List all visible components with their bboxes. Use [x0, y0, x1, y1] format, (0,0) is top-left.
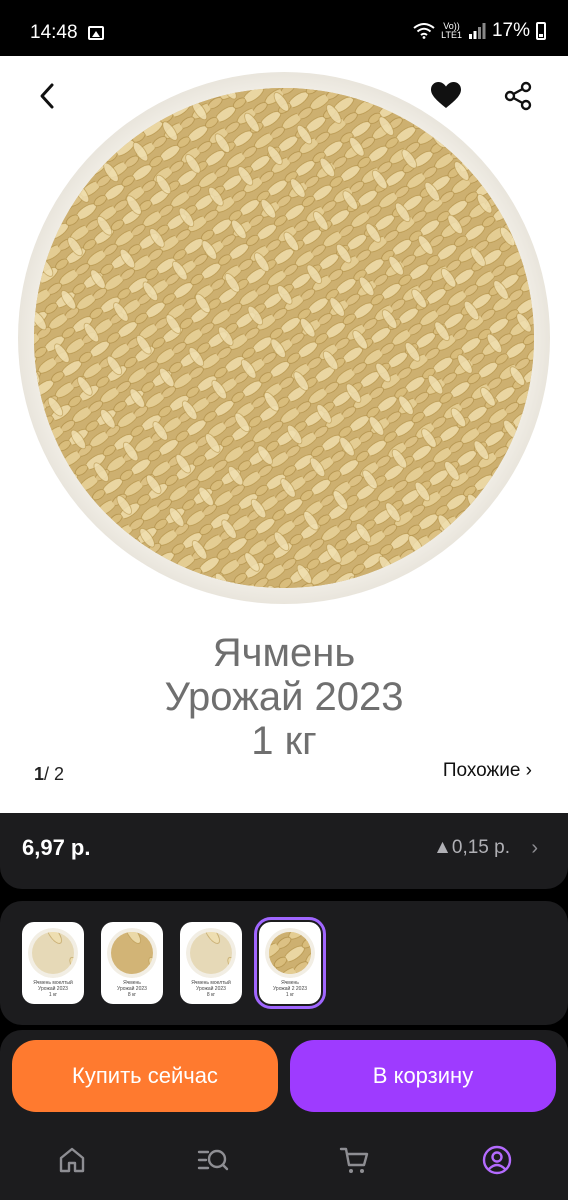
status-bar: 14:48 Vo)) LTE1 17%	[0, 0, 568, 56]
volte-indicator: Vo)) LTE1	[441, 22, 462, 40]
variant-option[interactable]: Ячмень Урожай 2023 8 кг	[101, 922, 163, 1004]
status-time: 14:48	[30, 22, 78, 43]
pager-current: 1	[34, 764, 45, 784]
variant-label: Ячмень моелтый Урожай 2023 1 кг	[24, 980, 82, 998]
price-change: ▲0,15 р.	[433, 837, 510, 858]
variant-label: Ячмень моелтый Урожай 2023 8 кг	[182, 980, 240, 998]
variant-option-selected[interactable]: Ячмень Урожай 2 2023 1 кг	[254, 917, 326, 1009]
variant-thumbnail	[186, 928, 236, 978]
caption-line-1: Ячмень	[212, 631, 356, 675]
variant-thumbnail	[107, 928, 157, 978]
status-indicators: Vo)) LTE1 17%	[413, 20, 546, 42]
caption-line-3: 1 кг	[251, 719, 317, 763]
variant-label-line: 8 кг	[206, 992, 216, 998]
price-value: 6,97 р.	[22, 835, 91, 860]
buy-now-button[interactable]: Купить сейчас	[12, 1040, 278, 1112]
action-bar: Купить сейчас В корзину	[0, 1030, 568, 1126]
variant-option[interactable]: Ячмень моелтый Урожай 2023 1 кг	[22, 922, 84, 1004]
catalog-search-icon[interactable]	[197, 1144, 229, 1176]
bottom-navigation	[0, 1126, 568, 1200]
variant-thumbnail	[28, 928, 78, 978]
product-image	[18, 72, 550, 604]
variant-label-line: 8 кг	[127, 992, 137, 998]
product-image-caption: Ячмень Урожай 2023 1 кг	[0, 631, 568, 763]
caption-line-2: Урожай 2023	[164, 675, 404, 719]
home-icon[interactable]	[56, 1144, 88, 1176]
price-section[interactable]: 6,97 р. ▲0,15 р. ›	[0, 813, 568, 889]
add-to-cart-button[interactable]: В корзину	[290, 1040, 556, 1112]
variant-selector: Ячмень моелтый Урожай 2023 1 кг Ячмень У…	[0, 901, 568, 1025]
cart-icon[interactable]	[339, 1144, 371, 1176]
pager-total: / 2	[44, 764, 65, 784]
volte-bottom: LTE1	[441, 30, 462, 40]
variant-option[interactable]: Ячмень моелтый Урожай 2023 8 кг	[180, 922, 242, 1004]
signal-icon	[468, 23, 486, 39]
battery-icon	[536, 22, 546, 40]
variant-label: Ячмень Урожай 2023 8 кг	[103, 980, 161, 998]
variant-thumbnail	[265, 928, 315, 978]
variant-label: Ячмень Урожай 2 2023 1 кг	[261, 980, 319, 998]
profile-icon[interactable]	[481, 1144, 513, 1176]
chevron-right-icon[interactable]: ›	[531, 837, 538, 860]
variant-label-line: 1 кг	[48, 992, 58, 998]
similar-products-link[interactable]: Похожие ›	[443, 760, 532, 782]
product-gallery[interactable]: Ячмень Урожай 2023 1 кг 1/ 2 Похожие ›	[0, 56, 568, 813]
wifi-icon	[413, 23, 435, 39]
battery-percent: 17%	[491, 20, 530, 41]
variant-label-line: 1 кг	[285, 992, 295, 998]
image-pager: 1/ 2	[34, 764, 64, 785]
image-notification-icon	[88, 26, 104, 40]
